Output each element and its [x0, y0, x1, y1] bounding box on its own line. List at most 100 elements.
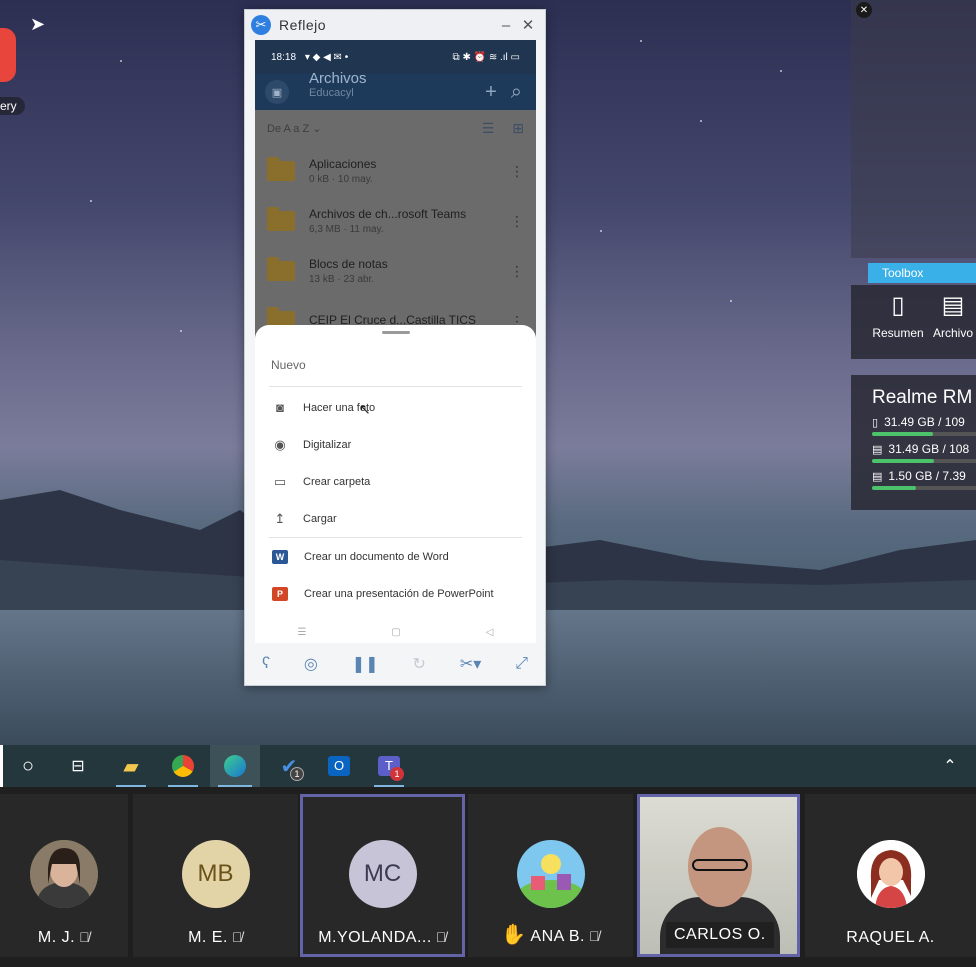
participant-video-tile[interactable]: CARLOS O. — [637, 794, 800, 957]
refresh-icon[interactable]: ↻ — [413, 654, 426, 674]
sheet-item-word[interactable]: W Crear un documento de Word — [255, 538, 536, 575]
storage-bar — [872, 432, 976, 436]
circle-icon: ○ — [21, 754, 35, 777]
chrome-button[interactable] — [160, 745, 206, 787]
raised-hand-icon: ✋ — [501, 924, 527, 946]
participant-tile[interactable]: MC M.YOLANDA... 🎙̸ — [300, 794, 465, 957]
briefcase-icon[interactable]: ▣ — [265, 80, 289, 104]
back-nav-icon[interactable]: ◁ — [486, 627, 494, 638]
list-item[interactable]: Aplicaciones 0 kB · 10 may. ⋮ — [255, 146, 536, 196]
phone-screen[interactable]: 18:18 ▾ ◆ ◀ ✉ • ⧉ ✱ ⏰ ≋ .ıl ▭ ▣ Archivos… — [255, 40, 536, 644]
storage-fill — [872, 486, 916, 490]
storage-bar — [872, 459, 976, 463]
desktop-app-icon[interactable] — [0, 28, 16, 82]
menu-nav-icon[interactable]: ☰ — [297, 627, 306, 638]
scissors-icon[interactable]: ✂▾ — [460, 654, 481, 674]
more-options-icon[interactable]: ⋮ — [510, 263, 524, 280]
folder-icon — [267, 207, 295, 231]
desktop-icon-label[interactable]: ery — [0, 97, 25, 115]
storage-bar — [872, 486, 976, 490]
mouse-cursor-icon: ↖ — [359, 401, 371, 417]
participant-tile[interactable]: RAQUEL A. — [805, 794, 976, 957]
toolbox-button-label: Resumen — [872, 326, 924, 340]
chevron-up-icon: ⌃ — [943, 758, 957, 775]
avatar-initials: MB — [197, 860, 234, 887]
word-icon: W — [272, 549, 288, 564]
file-name: Archivos de ch...rosoft Teams — [309, 207, 467, 221]
app-subtitle: Educacyl — [309, 86, 354, 99]
toolbox-file-button[interactable]: ▤ Archivo — [924, 291, 976, 340]
file-name: Aplicaciones — [309, 157, 377, 171]
sort-row: De A a Z ⌄ ☰ ⊞ — [255, 110, 536, 146]
new-item-sheet: Nuevo ◙ Hacer una foto ◉ Digitalizar ▭ C… — [255, 325, 536, 644]
folder-outline-icon: ▭ — [273, 473, 287, 489]
cartoon-avatar-icon — [516, 840, 585, 908]
sheet-item-label: Digitalizar — [303, 438, 352, 451]
sheet-item-take-photo[interactable]: ◙ Hacer una foto — [255, 389, 536, 426]
folder-icon — [267, 157, 295, 181]
sheet-item-create-folder[interactable]: ▭ Crear carpeta — [255, 463, 536, 500]
todo-badge: 1 — [290, 767, 304, 781]
storage-fill — [872, 432, 933, 436]
mic-off-icon: 🎙̸ — [231, 929, 243, 945]
show-hidden-icons-button[interactable]: ⌃ — [928, 745, 972, 787]
file-meta: 0 kB · 10 may. — [309, 174, 373, 185]
more-options-icon[interactable]: ⋮ — [510, 163, 524, 180]
avatar — [30, 840, 98, 908]
toolbox-button-label: Archivo — [932, 326, 973, 340]
edge-button[interactable] — [210, 745, 260, 787]
sheet-item-label: Crear un documento de Word — [304, 550, 449, 563]
sheet-drag-handle[interactable] — [381, 331, 410, 334]
list-item[interactable]: Blocs de notas 13 kB · 23 abr. ⋮ — [255, 246, 536, 296]
outlook-icon: O — [328, 756, 350, 776]
toolbox-summary-button[interactable]: ▯ Resumen — [869, 291, 927, 340]
list-view-icon[interactable]: ☰ — [482, 120, 495, 137]
minimize-button[interactable]: – — [495, 17, 517, 34]
more-options-icon[interactable]: ⋮ — [510, 213, 524, 230]
toolbox-panel: ▯ Resumen ▤ Archivo — [851, 285, 976, 359]
sheet-item-scan[interactable]: ◉ Digitalizar — [255, 426, 536, 463]
reflejo-window: ✂ Reflejo – ✕ 18:18 ▾ ◆ ◀ ✉ • ⧉ ✱ ⏰ ≋ .ı… — [244, 9, 546, 686]
ear-icon[interactable]: ʕ — [262, 655, 270, 673]
upload-icon: ↥ — [274, 510, 286, 526]
file-explorer-button[interactable]: ▰ — [108, 745, 154, 787]
list-item[interactable]: Archivos de ch...rosoft Teams 6,3 MB · 1… — [255, 196, 536, 246]
eye-icon[interactable]: ◎ — [304, 654, 318, 674]
person-photo-icon — [30, 840, 98, 908]
reflejo-title: Reflejo — [279, 17, 327, 33]
toolbox-tab[interactable]: Toolbox — [868, 263, 976, 283]
file-icon: ▤ — [872, 471, 883, 483]
fullscreen-icon[interactable]: ⤢ — [515, 655, 528, 673]
file-icon: ▤ — [941, 292, 965, 319]
todo-button[interactable]: ✔ 1 — [266, 745, 312, 787]
search-icon[interactable]: ⌕ — [511, 81, 522, 104]
participant-tile[interactable]: M. J. 🎙̸ — [0, 794, 128, 957]
folder-icon — [267, 257, 295, 281]
pause-icon[interactable]: ❚❚ — [352, 654, 379, 674]
teams-button[interactable]: T 1 — [366, 745, 412, 787]
sort-dropdown[interactable]: De A a Z ⌄ — [267, 122, 464, 135]
add-icon[interactable]: + — [485, 81, 497, 104]
grid-view-icon[interactable]: ⊞ — [512, 120, 524, 137]
storage-row: ▤ 31.49 GB / 108 — [872, 442, 976, 463]
status-notification-icons: ▾ ◆ ◀ ✉ • — [304, 51, 349, 63]
status-time: 18:18 — [271, 51, 297, 63]
sheet-item-upload[interactable]: ↥ Cargar — [255, 500, 536, 537]
close-icon[interactable]: ✕ — [856, 2, 872, 18]
participant-tile[interactable]: ✋ ANA B. 🎙̸ — [468, 794, 633, 957]
avatar — [516, 840, 585, 908]
app-title: Archivos — [309, 69, 367, 87]
chevron-down-icon: ⌄ — [312, 122, 322, 135]
file-name: Blocs de notas — [309, 257, 388, 271]
sheet-item-powerpoint[interactable]: P Crear una presentación de PowerPoint — [255, 575, 536, 612]
home-nav-icon[interactable]: ▢ — [391, 627, 400, 638]
participant-tile[interactable]: MB M. E. 🎙̸ — [133, 794, 298, 957]
taskbar: ○ ⊟ ▰ ✔ 1 O T 1 ⌃ — [0, 745, 976, 787]
reflejo-titlebar[interactable]: ✂ Reflejo – ✕ — [245, 10, 545, 40]
teams-badge: 1 — [390, 767, 404, 781]
close-button[interactable]: ✕ — [517, 16, 539, 34]
cortana-button[interactable]: ○ — [5, 745, 51, 787]
outlook-button[interactable]: O — [316, 745, 362, 787]
task-view-button[interactable]: ⊟ — [55, 745, 101, 787]
avatar-initials: MC — [363, 860, 402, 887]
